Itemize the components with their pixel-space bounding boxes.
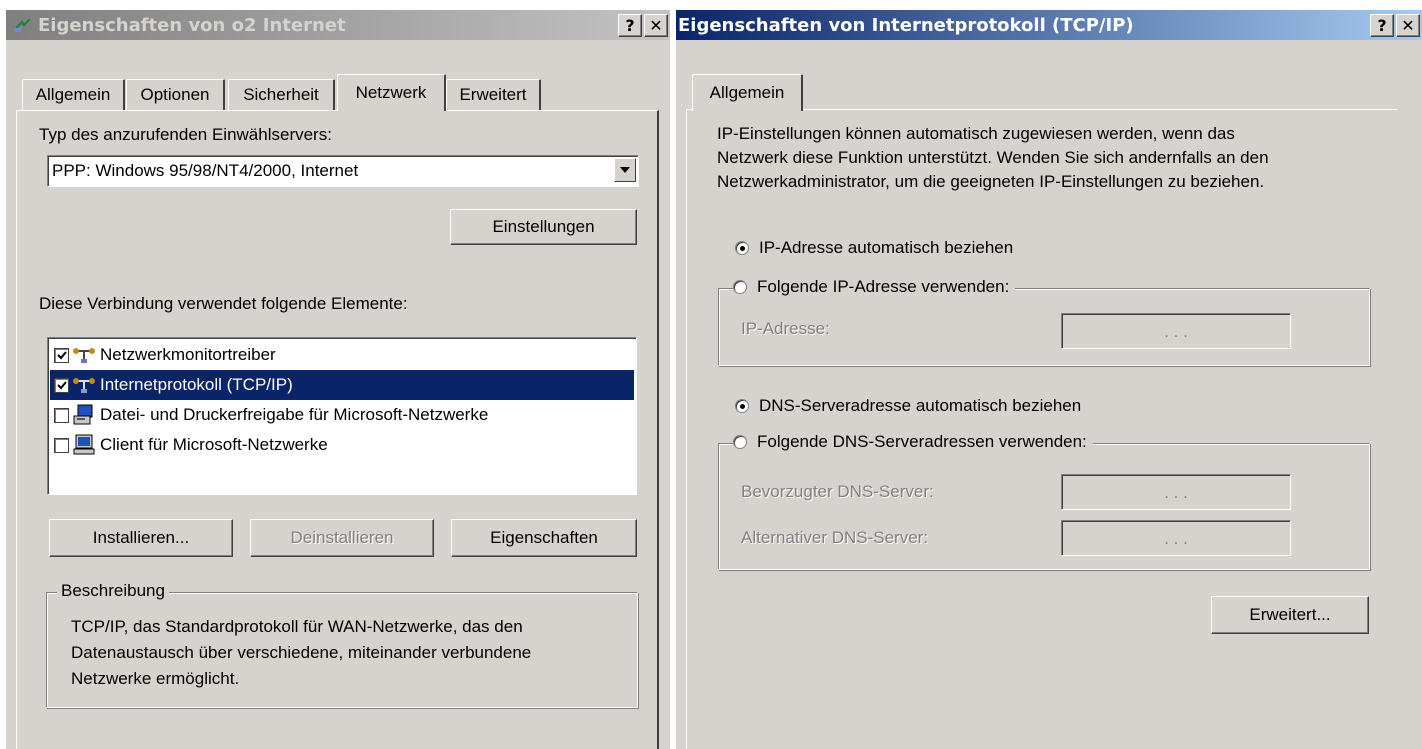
ip-manual-label: Folgende IP-Adresse verwenden: (757, 277, 1010, 296)
file-printer-sharing-icon (71, 403, 97, 427)
alternate-dns-field[interactable]: . . . (1061, 520, 1291, 556)
list-item-selected[interactable]: Internetprotokoll (TCP/IP) (50, 370, 634, 400)
tab-netzwerk[interactable]: Netzwerk (337, 74, 446, 111)
description-title: Beschreibung (57, 581, 169, 601)
server-type-select[interactable]: PPP: Windows 95/98/NT4/2000, Internet (47, 155, 639, 187)
server-type-label: Typ des anzurufenden Einwählservers: (39, 125, 332, 144)
component-label: Datei- und Druckerfreigabe für Microsoft… (100, 405, 489, 424)
intro-line-1: IP-Einstellungen können automatisch zuge… (717, 124, 1235, 143)
advanced-button[interactable]: Erweitert... (1211, 596, 1369, 634)
radio-dot (739, 403, 745, 409)
intro-line-3: Netzwerkadministrator, um die geeigneten… (717, 172, 1265, 191)
ip-address-dots: . . . (1164, 322, 1188, 341)
connection-icon (12, 14, 34, 36)
right-title-bar[interactable]: Eigenschaften von Internetprotokoll (TCP… (676, 10, 1422, 40)
intro-line-2: Netzwerk diese Funktion unterstützt. Wen… (717, 148, 1269, 167)
network-properties-dialog: Eigenschaften von o2 Internet ? ✕ Allgem… (6, 10, 670, 749)
dns-manual-label: Folgende DNS-Serveradressen verwenden: (757, 432, 1087, 451)
component-label: Internetprotokoll (TCP/IP) (100, 375, 293, 394)
radio-button[interactable] (735, 241, 749, 255)
alternate-dns-label: Alternativer DNS-Server: (741, 528, 929, 547)
preferred-dns-label: Bevorzugter DNS-Server: (741, 482, 934, 501)
preferred-dns-dots: . . . (1164, 483, 1188, 502)
ip-manual-radio[interactable]: Folgende IP-Adresse verwenden: (733, 277, 1016, 297)
description-line-2: Datenaustausch über verschiedene, mitein… (71, 643, 532, 662)
ip-auto-radio[interactable]: IP-Adresse automatisch beziehen (735, 238, 1020, 258)
dns-manual-group: Folgende DNS-Serveradressen verwenden: B… (718, 432, 1370, 570)
help-button[interactable]: ? (1370, 14, 1394, 37)
advanced-button-label: Erweitert... (1249, 605, 1331, 624)
close-icon: ✕ (649, 16, 663, 35)
server-type-value: PPP: Windows 95/98/NT4/2000, Internet (52, 161, 359, 180)
description-group: Beschreibung TCP/IP, das Standardprotoko… (46, 581, 638, 708)
left-title-bar[interactable]: Eigenschaften von o2 Internet ? ✕ (6, 10, 670, 40)
uninstall-button[interactable]: Deinstallieren (250, 519, 434, 557)
radio-dot (739, 245, 745, 251)
properties-button[interactable]: Eigenschaften (451, 519, 637, 557)
settings-button[interactable]: Einstellungen (450, 209, 637, 245)
dns-auto-label: DNS-Serveradresse automatisch beziehen (759, 396, 1082, 415)
chevron-down-icon (620, 167, 630, 173)
install-button-label: Installieren... (92, 528, 190, 547)
close-button[interactable]: ✕ (644, 14, 668, 37)
ip-manual-group: Folgende IP-Adresse verwenden: IP-Adress… (718, 277, 1370, 366)
components-label: Diese Verbindung verwendet folgende Elem… (39, 294, 408, 313)
preferred-dns-field[interactable]: . . . (1061, 474, 1291, 510)
dropdown-button[interactable] (614, 158, 636, 182)
install-button[interactable]: Installieren... (49, 519, 233, 557)
ip-auto-label: IP-Adresse automatisch beziehen (759, 238, 1014, 257)
netzwerk-tab-panel: Typ des anzurufenden Einwählservers: PPP… (16, 110, 659, 749)
component-label: Netzwerkmonitortreiber (100, 345, 276, 364)
description-line-1: TCP/IP, das Standardprotokoll für WAN-Ne… (71, 617, 523, 636)
list-item[interactable]: Datei- und Druckerfreigabe für Microsoft… (50, 400, 634, 430)
close-button[interactable]: ✕ (1396, 14, 1420, 37)
tcpip-properties-dialog: Eigenschaften von Internetprotokoll (TCP… (676, 10, 1422, 749)
settings-button-label: Einstellungen (492, 217, 595, 236)
help-button[interactable]: ? (618, 14, 642, 37)
radio-button[interactable] (733, 435, 747, 449)
radio-button[interactable] (733, 280, 747, 294)
dns-manual-radio[interactable]: Folgende DNS-Serveradressen verwenden: (733, 432, 1093, 452)
network-client-icon (71, 433, 97, 457)
tab-allgemein[interactable]: Allgemein (692, 74, 803, 111)
tab-allgemein[interactable]: Allgemein (22, 79, 125, 110)
network-protocol-icon (71, 373, 97, 397)
checkbox[interactable] (54, 437, 69, 453)
checkbox[interactable] (54, 377, 69, 393)
checkmark-icon (56, 380, 67, 389)
checkmark-icon (56, 350, 67, 359)
tab-erweitert[interactable]: Erweitert (446, 79, 541, 110)
ip-address-field[interactable]: . . . (1061, 313, 1291, 349)
allgemein-tab-panel: IP-Einstellungen können automatisch zuge… (686, 109, 1397, 749)
radio-button[interactable] (735, 399, 749, 413)
list-item[interactable]: Netzwerkmonitortreiber (50, 340, 634, 370)
left-title-text: Eigenschaften von o2 Internet (38, 14, 346, 36)
tab-sicherheit[interactable]: Sicherheit (228, 79, 335, 110)
close-icon: ✕ (1401, 16, 1415, 35)
component-label: Client für Microsoft-Netzwerke (100, 435, 328, 454)
uninstall-button-label: Deinstallieren (290, 528, 394, 547)
ip-address-label: IP-Adresse: (741, 319, 830, 338)
components-list[interactable]: Netzwerkmonitortreiber Internetprotokoll… (47, 337, 637, 495)
list-item[interactable]: Client für Microsoft-Netzwerke (50, 430, 634, 460)
tab-optionen[interactable]: Optionen (126, 79, 225, 110)
dns-auto-radio[interactable]: DNS-Serveradresse automatisch beziehen (735, 396, 1088, 416)
checkbox[interactable] (54, 347, 69, 363)
alternate-dns-dots: . . . (1164, 529, 1188, 548)
properties-button-label: Eigenschaften (490, 528, 598, 547)
network-protocol-icon (71, 343, 97, 367)
checkbox[interactable] (54, 407, 69, 423)
right-title-text: Eigenschaften von Internetprotokoll (TCP… (678, 14, 1134, 36)
description-line-3: Netzwerke ermöglicht. (71, 669, 240, 688)
